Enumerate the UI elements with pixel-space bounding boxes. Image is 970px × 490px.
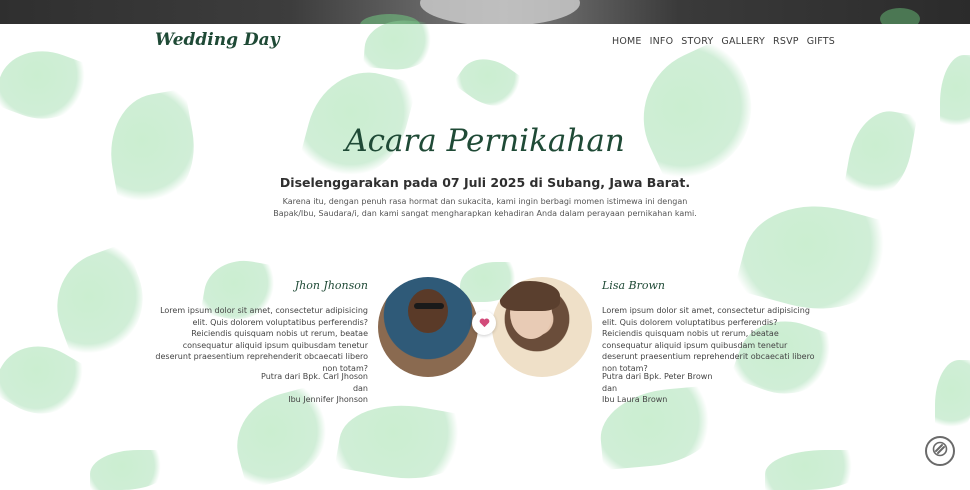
nav-rsvp[interactable]: RSVP — [773, 36, 799, 47]
navbar: Wedding Day HOME INFO STORY GALLERY RSVP… — [0, 24, 970, 60]
hero-image-strip — [0, 0, 970, 24]
groom-conjunction: dan — [352, 383, 368, 393]
groom-name: Jhon Jhonson — [294, 279, 368, 292]
section-subtitle: Diselenggarakan pada 07 Juli 2025 di Sub… — [279, 175, 691, 190]
nav-menu: HOME INFO STORY GALLERY RSVP GIFTS — [612, 36, 835, 47]
heart-icon — [472, 311, 496, 335]
section-title: Acara Pernikahan — [345, 123, 625, 159]
section-intro: Karena itu, dengan penuh rasa hormat dan… — [273, 197, 697, 218]
groom-parents: Putra dari Bpk. Carl Jhoson dan Ibu Jenn… — [200, 371, 368, 406]
nav-story[interactable]: STORY — [681, 36, 713, 47]
groom-mother: Ibu Jennifer Jhonson — [288, 395, 368, 405]
leaf-background — [0, 0, 970, 490]
bride-parents: Putra dari Bpk. Peter Brown dan Ibu Laur… — [602, 371, 802, 406]
nav-gifts[interactable]: GIFTS — [807, 36, 835, 47]
nav-gallery[interactable]: GALLERY — [721, 36, 765, 47]
groom-description: Lorem ipsum dolor sit amet, consectetur … — [155, 306, 368, 373]
groom-father: Putra dari Bpk. Carl Jhoson — [261, 372, 368, 381]
bride-father: Putra dari Bpk. Peter Brown — [602, 372, 713, 381]
music-disc-icon — [932, 441, 948, 461]
nav-info[interactable]: INFO — [650, 36, 674, 47]
bride-mother: Ibu Laura Brown — [602, 395, 668, 405]
brand-logo[interactable]: Wedding Day — [155, 30, 280, 50]
bride-name: Lisa Brown — [602, 279, 665, 292]
nav-home[interactable]: HOME — [612, 36, 642, 47]
bride-description: Lorem ipsum dolor sit amet, consectetur … — [602, 306, 815, 373]
bride-photo — [492, 277, 592, 377]
bride-conjunction: dan — [602, 383, 618, 393]
groom-photo — [378, 277, 478, 377]
music-toggle-button[interactable] — [925, 436, 955, 466]
